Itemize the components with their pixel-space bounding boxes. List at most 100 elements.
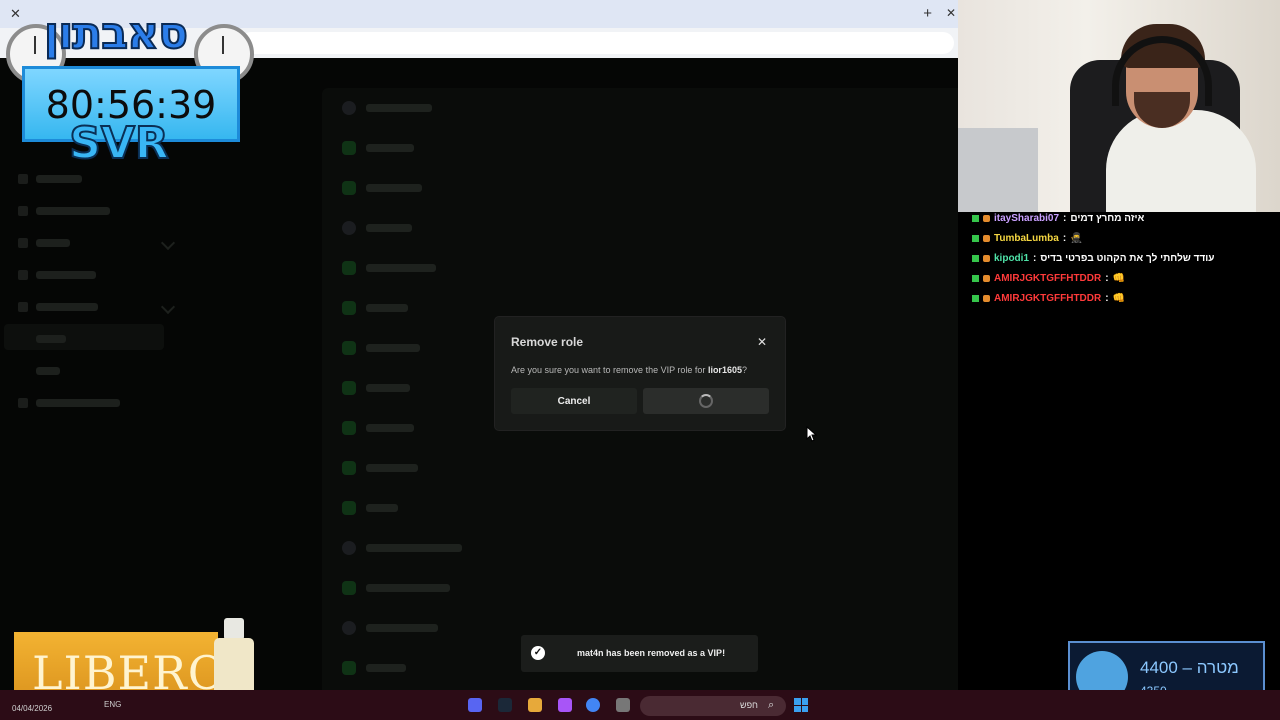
row-username: [366, 144, 414, 152]
row-username: [366, 384, 410, 392]
sidebar-icon: [18, 270, 28, 280]
sidebar-icon: [18, 206, 28, 216]
sidebar-item[interactable]: [18, 268, 96, 282]
webcam-feed: [958, 0, 1280, 212]
taskbar-language[interactable]: ENG: [104, 700, 121, 709]
sidebar-label: [36, 175, 82, 183]
sub-badge-icon: [983, 274, 990, 282]
user-avatar: [342, 101, 356, 115]
kick-badge-icon: [972, 294, 979, 302]
discord-icon[interactable]: [468, 698, 482, 712]
list-item: [342, 178, 422, 198]
file-explorer-icon[interactable]: [616, 698, 630, 712]
sidebar-item[interactable]: [18, 396, 120, 410]
sidebar-item[interactable]: [18, 299, 176, 315]
list-item: [342, 458, 418, 478]
row-username: [366, 624, 438, 632]
sidebar-label: [36, 335, 66, 343]
sub-badge-icon: [983, 234, 990, 242]
target-username: lior1605: [707, 365, 742, 375]
windows-start-icon[interactable]: [794, 698, 808, 712]
sidebar-item[interactable]: [18, 235, 176, 251]
chat-text: 👊: [1112, 272, 1126, 284]
vip-badge-icon: [342, 581, 356, 595]
sub-badge-icon: [983, 294, 990, 302]
cancel-button[interactable]: Cancel: [511, 388, 637, 414]
remove-role-dialog: Remove role ✕ Are you sure you want to r…: [495, 317, 785, 430]
chat-message: AMIRJGKTGFFHTDDR : 👊: [972, 288, 1272, 308]
sidebar-icon: [18, 302, 28, 312]
list-item: [342, 498, 398, 518]
chat-message: AMIRJGKTGFFHTDDR : 👊: [972, 268, 1272, 288]
vip-badge-icon: [342, 301, 356, 315]
row-username: [366, 424, 414, 432]
new-tab-button[interactable]: +: [923, 5, 932, 22]
vip-badge-icon: [342, 261, 356, 275]
kick-badge-icon: [972, 234, 979, 242]
chat-text: 👊: [1112, 292, 1126, 304]
list-item: [342, 218, 412, 238]
user-avatar: [342, 221, 356, 235]
row-username: [366, 464, 418, 472]
row-username: [366, 184, 422, 192]
list-item: [342, 258, 436, 278]
vip-badge-icon: [342, 341, 356, 355]
confirm-remove-button[interactable]: [643, 388, 769, 414]
row-username: [366, 584, 450, 592]
kick-badge-icon: [972, 214, 979, 222]
message-suffix: ?: [741, 365, 747, 375]
bottle-cap: [224, 618, 244, 640]
list-item: [342, 538, 462, 558]
list-item: [342, 138, 414, 158]
chat-username: AMIRJGKTGFFHTDDR: [994, 272, 1102, 284]
chat-message: kipodi1 : עודד שלחתי לך את הקהוט בפרטי ב…: [972, 248, 1272, 268]
sidebar-icon: [18, 398, 28, 408]
address-bar[interactable]: [240, 32, 954, 54]
chat-username: TumbaLumba: [994, 232, 1059, 244]
row-username: [366, 504, 398, 512]
obs-icon[interactable]: [528, 698, 542, 712]
chat-text: עודד שלחתי לך את הקהוט בפרטי בדיס: [1040, 252, 1215, 264]
list-item: [342, 418, 414, 438]
close-icon[interactable]: ✕: [757, 335, 767, 349]
list-item: [342, 378, 410, 398]
taskbar-search-box[interactable]: חפש ⌕: [640, 696, 786, 716]
sidebar-label: [36, 399, 120, 407]
sidebar-item[interactable]: [18, 172, 82, 186]
loading-spinner-icon: [699, 394, 713, 408]
taskbar-date: 04/04/2026: [12, 704, 53, 713]
vip-badge-icon: [342, 661, 356, 675]
row-username: [366, 264, 436, 272]
stream-chat: itaySharabi07 : איזה מחרץ דמים TumbaLumb…: [972, 208, 1272, 308]
chat-username: AMIRJGKTGFFHTDDR: [994, 292, 1102, 304]
chat-message: TumbaLumba : 🥷: [972, 228, 1272, 248]
goal-title: 4400 – מטרה: [1140, 658, 1239, 677]
app-icon[interactable]: [558, 698, 572, 712]
list-item: [342, 338, 420, 358]
row-username: [366, 544, 462, 552]
chat-separator: :: [1062, 232, 1067, 244]
vip-badge-icon: [342, 141, 356, 155]
chat-username: itaySharabi07: [994, 212, 1060, 224]
sidebar-item[interactable]: [18, 204, 110, 218]
kick-badge-icon: [972, 254, 979, 262]
subathon-timer-overlay: סאבתון 80:56:39 SVR: [6, 0, 261, 170]
chrome-icon[interactable]: [586, 698, 600, 712]
row-username: [366, 344, 420, 352]
sidebar-item[interactable]: [18, 364, 60, 378]
list-item: [342, 578, 450, 598]
cam-background-bed: [958, 128, 1038, 212]
row-username: [366, 104, 432, 112]
row-username: [366, 304, 408, 312]
sub-badge-icon: [983, 214, 990, 222]
steam-icon[interactable]: [498, 698, 512, 712]
window-close-button[interactable]: ✕: [946, 6, 956, 20]
list-item: [342, 658, 406, 678]
vip-badge-icon: [342, 461, 356, 475]
list-item: [342, 298, 408, 318]
sidebar-label: [36, 207, 110, 215]
sidebar-item[interactable]: [18, 332, 66, 346]
kick-badge-icon: [972, 274, 979, 282]
search-icon: ⌕: [768, 699, 775, 711]
success-toast: ✓ mat4n has been removed as a VIP!: [521, 635, 758, 672]
